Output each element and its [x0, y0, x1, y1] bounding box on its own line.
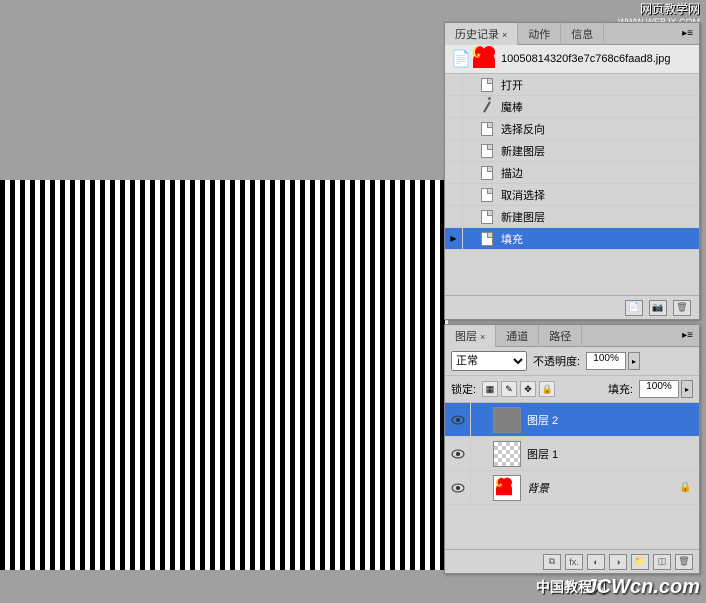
history-item[interactable]: 取消选择: [445, 184, 699, 206]
lock-label: 锁定:: [451, 381, 476, 397]
layers-tabs: 图层× 通道 路径 ▸≡: [445, 325, 699, 347]
lock-row: 锁定: ▦ ✎ ✥ 🔒 填充: 100% ▸: [445, 376, 699, 403]
lock-all-icon[interactable]: 🔒: [539, 381, 555, 397]
eye-icon: [451, 483, 465, 493]
doc-icon: [479, 121, 495, 137]
visibility-toggle[interactable]: [445, 437, 471, 470]
layer-list: 图层 2 图层 1 ★ 背景 🔒: [445, 403, 699, 505]
opacity-arrow-icon[interactable]: ▸: [628, 352, 640, 370]
fill-arrow-icon[interactable]: ▸: [681, 380, 693, 398]
brush-icon: 📄: [451, 49, 469, 69]
tab-layers[interactable]: 图层×: [445, 325, 496, 347]
layer-name[interactable]: 背景: [527, 480, 679, 496]
tab-info[interactable]: 信息: [561, 23, 604, 45]
layer-name[interactable]: 图层 2: [527, 412, 679, 428]
trash-icon[interactable]: 🗑: [673, 300, 691, 316]
close-icon[interactable]: ×: [480, 332, 485, 342]
history-item-label: 打开: [495, 77, 523, 93]
doc-icon: [479, 209, 495, 225]
history-state-box[interactable]: [445, 206, 463, 228]
layer-row[interactable]: 图层 2: [445, 403, 699, 437]
lock-brush-icon[interactable]: ✎: [501, 381, 517, 397]
layer-thumb[interactable]: [493, 441, 521, 467]
folder-icon[interactable]: 📁: [631, 554, 649, 570]
fx-icon[interactable]: fx.: [565, 554, 583, 570]
watermark-title: 网页教学网: [618, 0, 700, 17]
tab-history[interactable]: 历史记录×: [445, 23, 518, 45]
history-item-label: 取消选择: [495, 187, 545, 203]
layers-footer: ⧉ fx. ◐ ◑ 📁 ◫ 🗑: [445, 549, 699, 573]
layer-row[interactable]: 图层 1: [445, 437, 699, 471]
wand-icon: [479, 99, 495, 115]
history-tabs: 历史记录× 动作 信息 ▸≡: [445, 23, 699, 45]
mask-icon[interactable]: ◐: [587, 554, 605, 570]
tab-paths[interactable]: 路径: [539, 325, 582, 347]
history-state-box[interactable]: [445, 140, 463, 162]
history-item[interactable]: 魔棒: [445, 96, 699, 118]
opacity-label: 不透明度:: [533, 353, 580, 369]
new-doc-icon[interactable]: 📄: [625, 300, 643, 316]
history-item[interactable]: 新建图层: [445, 206, 699, 228]
history-source-row[interactable]: 📄 ★ 10050814320f3e7c768c6faad8.jpg: [445, 45, 699, 74]
history-item-label: 魔棒: [495, 99, 523, 115]
history-footer: 📄 📷 🗑: [445, 295, 699, 319]
panel-menu-icon[interactable]: ▸≡: [676, 330, 699, 341]
eye-icon: [451, 449, 465, 459]
fill-label: 填充:: [608, 381, 633, 397]
history-state-box[interactable]: [445, 162, 463, 184]
doc-icon: [479, 231, 495, 247]
history-filename: 10050814320f3e7c768c6faad8.jpg: [501, 53, 670, 65]
tab-actions[interactable]: 动作: [518, 23, 561, 45]
link-icon[interactable]: ⧉: [543, 554, 561, 570]
history-item[interactable]: 描边: [445, 162, 699, 184]
history-state-box[interactable]: ▶: [445, 228, 463, 250]
close-icon[interactable]: ×: [502, 30, 507, 40]
snapshot-icon[interactable]: 📷: [649, 300, 667, 316]
layer-thumb[interactable]: [493, 407, 521, 433]
lock-move-icon[interactable]: ✥: [520, 381, 536, 397]
doc-icon: [479, 77, 495, 93]
history-item[interactable]: 新建图层: [445, 140, 699, 162]
canvas-area[interactable]: [0, 180, 448, 570]
history-item-label: 填充: [495, 231, 523, 247]
history-item-label: 描边: [495, 165, 523, 181]
history-item[interactable]: 选择反向: [445, 118, 699, 140]
fill-input[interactable]: 100%: [639, 380, 679, 398]
lock-icon: 🔒: [679, 482, 691, 493]
layers-controls: 正常 不透明度: 100% ▸: [445, 347, 699, 376]
layers-panel: 图层× 通道 路径 ▸≡ 正常 不透明度: 100% ▸ 锁定: ▦ ✎ ✥ 🔒…: [444, 324, 700, 574]
history-item-label: 新建图层: [495, 209, 545, 225]
opacity-input[interactable]: 100%: [586, 352, 626, 370]
layer-name[interactable]: 图层 1: [527, 446, 679, 462]
doc-icon: [479, 165, 495, 181]
layer-row[interactable]: ★ 背景 🔒: [445, 471, 699, 505]
eye-icon: [451, 415, 465, 425]
blend-mode-select[interactable]: 正常: [451, 351, 527, 371]
history-item-label: 新建图层: [495, 143, 545, 159]
history-state-box[interactable]: [445, 118, 463, 140]
visibility-toggle[interactable]: [445, 403, 471, 436]
adjustment-icon[interactable]: ◑: [609, 554, 627, 570]
play-icon: ▶: [450, 234, 456, 243]
history-item[interactable]: ▶ 填充: [445, 228, 699, 250]
doc-icon: [479, 143, 495, 159]
new-layer-icon[interactable]: ◫: [653, 554, 671, 570]
history-list: 打开 魔棒 选择反向 新建图层 描边 取消选择 新建图层 ▶ 填充: [445, 74, 699, 274]
layer-thumb[interactable]: ★: [493, 475, 521, 501]
doc-icon: [479, 187, 495, 203]
history-state-box[interactable]: [445, 96, 463, 118]
history-panel: 历史记录× 动作 信息 ▸≡ 📄 ★ 10050814320f3e7c768c6…: [444, 22, 700, 320]
visibility-toggle[interactable]: [445, 471, 471, 504]
tab-channels[interactable]: 通道: [496, 325, 539, 347]
history-state-box[interactable]: [445, 74, 463, 96]
heart-flag-icon: ★: [473, 50, 495, 68]
trash-icon[interactable]: 🗑: [675, 554, 693, 570]
watermark-en: JCWcn.com: [586, 576, 700, 599]
history-state-box[interactable]: [445, 184, 463, 206]
panel-menu-icon[interactable]: ▸≡: [676, 28, 699, 39]
history-item-label: 选择反向: [495, 121, 545, 137]
lock-transparent-icon[interactable]: ▦: [482, 381, 498, 397]
history-item[interactable]: 打开: [445, 74, 699, 96]
